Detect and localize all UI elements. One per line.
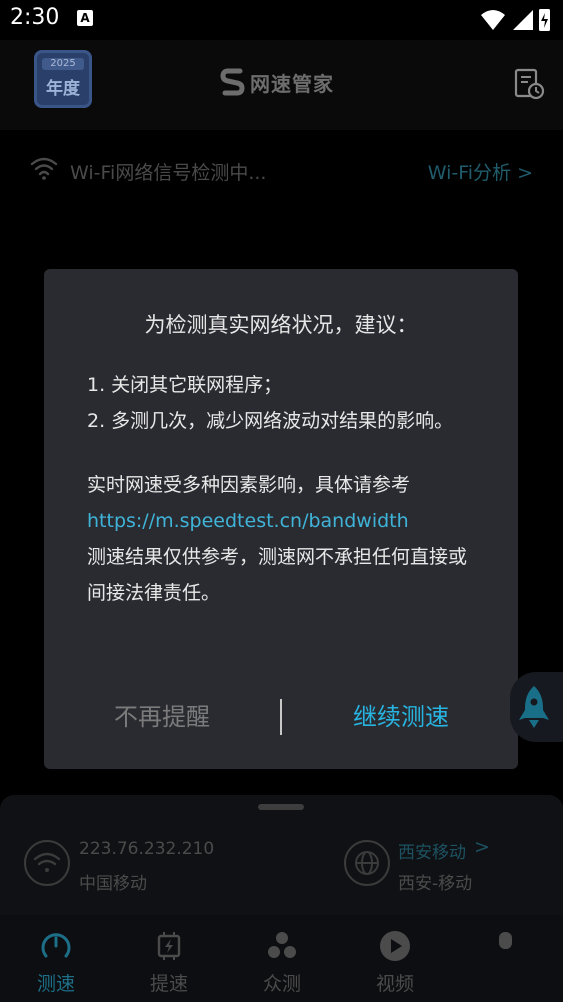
dialog-body: 1. 关闭其它联网程序； 2. 多测几次，减少网络波动对结果的影响。 实时网速受… bbox=[87, 367, 482, 611]
isp-name: 中国移动 bbox=[79, 874, 147, 894]
button-divider bbox=[280, 699, 282, 735]
bandwidth-note: 实时网速受多种因素影响，具体请参考 bbox=[87, 474, 411, 496]
test-node-name[interactable]: 西安移动 bbox=[398, 838, 466, 863]
advice-item-2: 2. 多测几次，减少网络波动对结果的影响。 bbox=[87, 410, 454, 432]
tab-label: 测速 bbox=[36, 973, 75, 995]
badge-year: 2025 bbox=[42, 58, 84, 70]
ip-address: 223.76.232.210 bbox=[79, 839, 215, 859]
network-info-panel: 223.76.232.210 中国移动 西安移动 > 西安-移动 bbox=[0, 795, 563, 915]
brand-s-icon bbox=[220, 68, 245, 96]
status-bar: 2:30 A bbox=[0, 0, 563, 40]
profile-dot-icon[interactable] bbox=[499, 932, 512, 949]
tab-video[interactable]: 视频 bbox=[355, 925, 435, 995]
app-bar: 2025 年度 网速管家 bbox=[0, 40, 563, 130]
tab-speedtest[interactable]: 测速 bbox=[16, 925, 96, 995]
status-time: 2:30 bbox=[10, 5, 60, 30]
disclaimer-text: 测速结果仅供参考，测速网不承担任何直接或间接法律责任。 bbox=[87, 546, 468, 604]
dialog-actions: 不再提醒 继续测速 bbox=[44, 694, 518, 744]
boost-fab[interactable] bbox=[510, 672, 563, 742]
test-history-icon[interactable] bbox=[512, 67, 546, 101]
notification-icon: A bbox=[77, 10, 93, 26]
crowd-test-icon bbox=[268, 932, 296, 958]
tab-label: 提速 bbox=[149, 973, 188, 995]
system-tray-icons bbox=[481, 9, 550, 31]
chevron-right-icon[interactable]: > bbox=[474, 836, 490, 858]
bottom-tab-bar: 测速 提速 众测 视频 bbox=[0, 915, 563, 1002]
wifi-status-text: Wi-Fi网络信号检测中... bbox=[70, 162, 267, 184]
globe-icon bbox=[344, 840, 390, 886]
chip-boost-icon bbox=[157, 932, 181, 960]
dont-remind-button[interactable]: 不再提醒 bbox=[82, 694, 242, 740]
drag-handle[interactable] bbox=[258, 804, 304, 810]
wifi-icon bbox=[30, 157, 58, 180]
speedtest-advice-dialog: 为检测真实网络状况，建议： 1. 关闭其它联网程序； 2. 多测几次，减少网络波… bbox=[44, 269, 518, 769]
wifi-detection-row: Wi-Fi网络信号检测中... Wi-Fi分析 > bbox=[0, 140, 563, 200]
test-node-location: 西安-移动 bbox=[398, 874, 473, 894]
dialog-title: 为检测真实网络状况，建议： bbox=[144, 313, 418, 337]
tab-label: 众测 bbox=[262, 973, 301, 995]
cell-signal-icon bbox=[513, 10, 533, 30]
badge-text: 年度 bbox=[46, 79, 80, 99]
brand-logo: 网速管家 bbox=[220, 68, 350, 98]
advice-item-1: 1. 关闭其它联网程序； bbox=[87, 374, 283, 396]
tab-label: 视频 bbox=[375, 973, 414, 995]
wifi-signal-icon bbox=[481, 10, 505, 30]
speedometer-icon bbox=[41, 933, 71, 958]
continue-test-button[interactable]: 继续测速 bbox=[326, 694, 476, 740]
play-icon bbox=[380, 931, 410, 961]
rocket-icon bbox=[519, 686, 549, 728]
wifi-analysis-link[interactable]: Wi-Fi分析 > bbox=[428, 158, 533, 185]
tab-crowd-test[interactable]: 众测 bbox=[242, 925, 322, 995]
wifi-circle-icon bbox=[24, 840, 70, 886]
tab-boost[interactable]: 提速 bbox=[129, 925, 209, 995]
annual-report-badge[interactable]: 2025 年度 bbox=[34, 50, 92, 108]
brand-name: 网速管家 bbox=[250, 72, 334, 96]
bandwidth-link[interactable]: https://m.speedtest.cn/bandwidth bbox=[87, 503, 482, 539]
